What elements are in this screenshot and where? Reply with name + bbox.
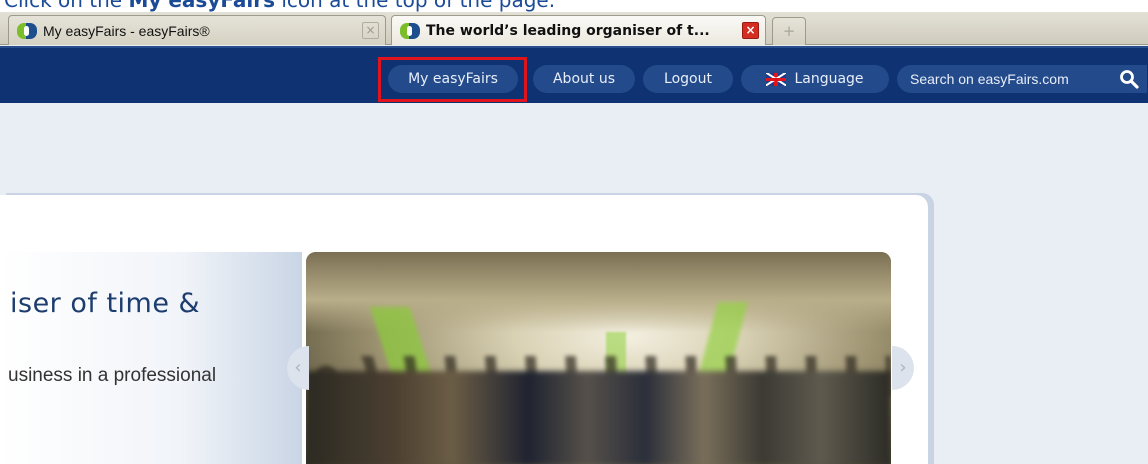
browser-tab-strip: My easyFairs - easyFairs® × The world’s … <box>0 12 1148 45</box>
new-tab-button[interactable]: + <box>772 17 806 45</box>
browser-tab-leading-organiser[interactable]: The world’s leading organiser of t... × <box>391 15 766 45</box>
language-button[interactable]: Language <box>741 65 889 93</box>
site-nav-bar: My easyFairs About us Logout Language Se… <box>0 46 1148 103</box>
instruction-emphasis: My easyFairs <box>128 0 275 12</box>
tab-title: The world’s leading organiser of t... <box>426 22 710 39</box>
uk-flag-icon <box>766 72 787 86</box>
language-label: Language <box>794 71 864 87</box>
highlight-box <box>378 57 527 102</box>
tab-close-icon[interactable]: × <box>742 22 759 39</box>
search-box[interactable]: Search on easyFairs.com <box>897 65 1147 93</box>
tab-close-icon[interactable]: × <box>362 22 379 39</box>
search-input[interactable]: Search on easyFairs.com <box>910 65 1069 93</box>
search-icon[interactable] <box>1119 69 1139 89</box>
instruction-caption: Click on the My easyFairs icon at the to… <box>0 0 1148 12</box>
hero-subtitle: usiness in a professional <box>8 365 217 386</box>
hero-image <box>306 252 891 464</box>
browser-tab-my-easyfairs[interactable]: My easyFairs - easyFairs® × <box>8 15 386 45</box>
about-us-button[interactable]: About us <box>533 65 635 93</box>
logout-button[interactable]: Logout <box>643 65 733 93</box>
hero-title: iser of time & <box>10 288 201 319</box>
instruction-suffix: icon at the top of the page. <box>274 0 556 12</box>
easyfairs-favicon-icon <box>400 22 420 40</box>
hero-text-panel <box>0 252 302 464</box>
instruction-prefix: Click on the <box>4 0 129 12</box>
tab-title: My easyFairs - easyFairs® <box>43 22 210 39</box>
easyfairs-favicon-icon <box>17 22 37 40</box>
